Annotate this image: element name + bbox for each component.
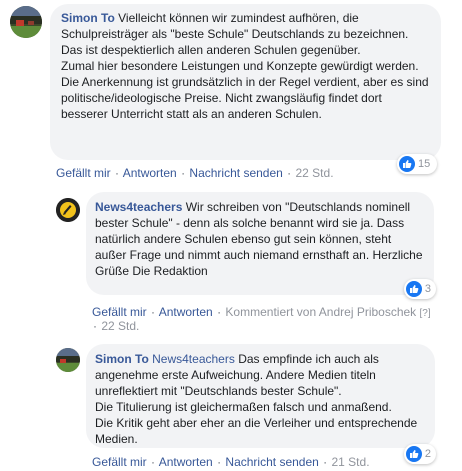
commented-by-label: Kommentiert von Andrej Priboschek <box>225 305 417 319</box>
separator: · <box>151 305 156 319</box>
send-message-link[interactable]: Nachricht senden <box>189 166 282 180</box>
mention-link[interactable]: News4teachers <box>152 352 235 366</box>
comment-actions: Gefällt mir · Antworten · Kommentiert vo… <box>92 305 431 321</box>
reply-link[interactable]: Antworten <box>159 455 213 469</box>
send-message-link[interactable]: Nachricht senden <box>225 455 318 469</box>
avatar[interactable] <box>10 6 42 38</box>
comment-bubble: Simon To Vielleicht können wir zumindest… <box>50 4 441 160</box>
comment-text: Das empfinde ich auch als angenehme erst… <box>95 352 418 446</box>
comment-3: Simon To News4teachers Das empfinde ich … <box>0 340 462 471</box>
comment-actions: Gefällt mir · Antworten · Nachricht send… <box>56 166 334 181</box>
separator: · <box>217 305 222 319</box>
separator: · <box>323 455 328 469</box>
separator: · <box>217 455 222 469</box>
like-link[interactable]: Gefällt mir <box>56 166 111 180</box>
separator: · <box>181 166 186 180</box>
like-icon <box>406 281 422 297</box>
separator: · <box>151 455 156 469</box>
avatar[interactable] <box>56 198 80 222</box>
reply-link[interactable]: Antworten <box>123 166 177 180</box>
like-link[interactable]: Gefällt mir <box>92 455 147 469</box>
avatar[interactable] <box>56 348 80 372</box>
like-icon <box>399 156 415 172</box>
help-link[interactable]: [?] <box>420 308 431 319</box>
timestamp[interactable]: 22 Std. <box>296 166 334 180</box>
reply-link[interactable]: Antworten <box>159 305 213 319</box>
reaction-count: 3 <box>424 283 431 295</box>
like-link[interactable]: Gefällt mir <box>92 305 147 319</box>
like-icon <box>406 446 422 462</box>
separator: · <box>115 166 120 180</box>
comment-bubble: News4teachers Wir schreiben von "Deutsch… <box>86 192 434 295</box>
separator: · <box>93 319 97 333</box>
reaction-count: 2 <box>424 448 431 460</box>
comment-author[interactable]: Simon To <box>61 11 115 25</box>
comment-author[interactable]: News4teachers <box>95 200 182 214</box>
reaction-badge[interactable]: 3 <box>404 279 436 299</box>
comment-actions-line-2: · 22 Std. <box>92 319 139 334</box>
separator: · <box>287 166 292 180</box>
comment-actions: Gefällt mir · Antworten · Nachricht send… <box>92 455 370 470</box>
comment-1: Simon To Vielleicht können wir zumindest… <box>0 0 462 182</box>
comment-2: News4teachers Wir schreiben von "Deutsch… <box>0 188 462 338</box>
reaction-count: 15 <box>418 158 431 170</box>
comment-text: Vielleicht können wir zumindest aufhören… <box>61 11 429 121</box>
reaction-badge[interactable]: 2 <box>404 444 436 464</box>
reaction-badge[interactable]: 15 <box>397 154 437 174</box>
timestamp[interactable]: 21 Std. <box>332 455 370 469</box>
comment-author[interactable]: Simon To <box>95 352 149 366</box>
timestamp[interactable]: 22 Std. <box>101 319 139 333</box>
comment-bubble: Simon To News4teachers Das empfinde ich … <box>86 344 435 448</box>
